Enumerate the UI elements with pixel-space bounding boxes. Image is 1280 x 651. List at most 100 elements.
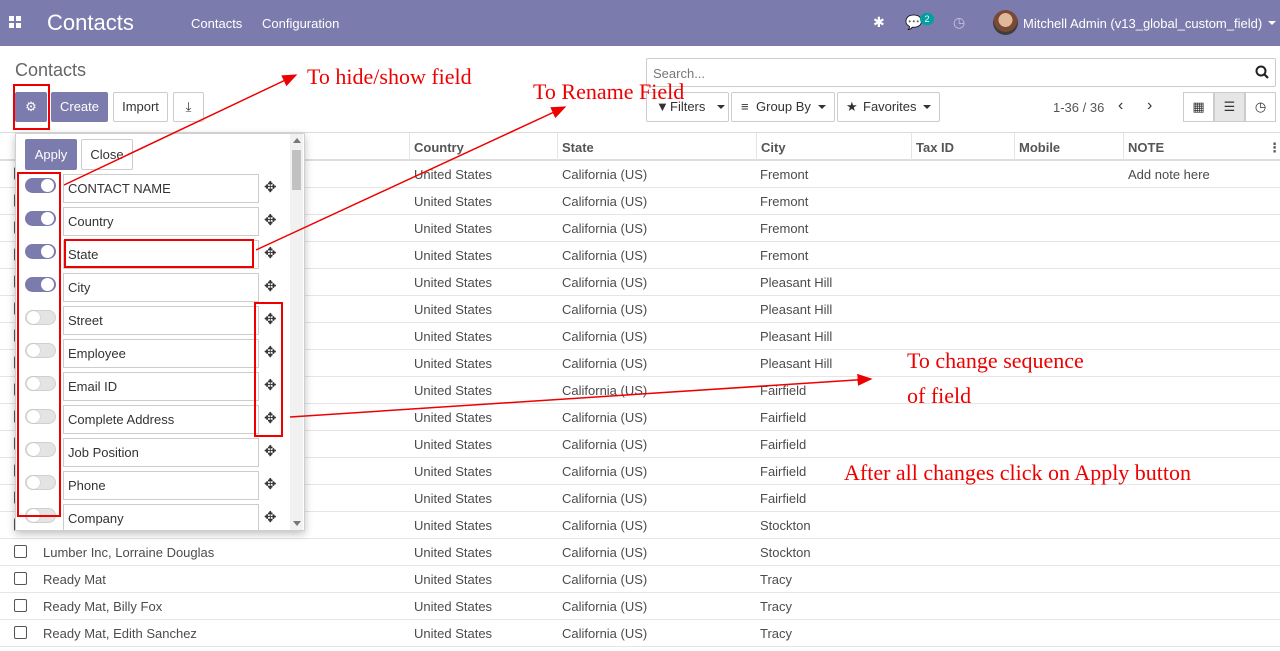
kanban-view-icon[interactable]: ▦ xyxy=(1183,92,1214,122)
scroll-down-icon[interactable] xyxy=(293,521,301,526)
messages-count-badge: 2 xyxy=(920,13,934,25)
activity-view-icon[interactable]: ◷ xyxy=(1245,92,1276,122)
column-note[interactable]: NOTE xyxy=(1128,140,1164,155)
user-avatar[interactable] xyxy=(993,10,1018,35)
cell-note: Add note here xyxy=(1128,167,1210,182)
search-bar[interactable]: Search... xyxy=(646,58,1276,87)
close-button[interactable]: Close xyxy=(81,139,133,170)
field-label-input[interactable]: CONTACT NAME xyxy=(63,174,259,203)
table-row[interactable]: Lumber Inc, Lorraine Douglas United State… xyxy=(0,539,1280,566)
favorites-dropdown[interactable]: ★ Favorites xyxy=(837,92,940,122)
cell-city: Stockton xyxy=(760,545,811,560)
field-label-input[interactable]: Street xyxy=(63,306,259,335)
drag-handle-icon[interactable]: ✥ xyxy=(264,277,277,295)
cell-state: California (US) xyxy=(562,599,648,614)
scroll-thumb[interactable] xyxy=(292,150,301,190)
field-visibility-toggle[interactable] xyxy=(25,178,56,193)
cell-city: Fremont xyxy=(760,248,809,263)
pager-next-icon[interactable]: › xyxy=(1147,97,1152,115)
drag-handle-icon[interactable]: ✥ xyxy=(264,409,277,427)
drag-handle-icon[interactable]: ✥ xyxy=(264,310,277,328)
field-visibility-toggle[interactable] xyxy=(25,409,56,424)
field-visibility-toggle[interactable] xyxy=(25,475,56,490)
apps-menu-icon[interactable] xyxy=(9,16,21,28)
row-checkbox[interactable] xyxy=(14,545,27,558)
search-icon[interactable] xyxy=(1255,65,1269,79)
column-country[interactable]: Country xyxy=(414,140,464,155)
drag-handle-icon[interactable]: ✥ xyxy=(264,475,277,493)
drag-handle-icon[interactable]: ✥ xyxy=(264,244,277,262)
annotation-apply-note: After all changes click on Apply button xyxy=(844,460,1192,485)
field-label-input[interactable]: Phone xyxy=(63,471,259,500)
drag-handle-icon[interactable]: ✥ xyxy=(264,343,277,361)
toggle-knob xyxy=(27,344,40,357)
column-tax-id[interactable]: Tax ID xyxy=(916,140,954,155)
column-city[interactable]: City xyxy=(761,140,786,155)
column-options-icon[interactable]: ⋮ xyxy=(1268,140,1280,156)
field-visibility-toggle[interactable] xyxy=(25,508,56,523)
cell-country: United States xyxy=(414,383,493,398)
cell-country: United States xyxy=(414,221,493,236)
column-state[interactable]: State xyxy=(562,140,594,155)
cell-country: United States xyxy=(414,248,493,263)
field-label-input[interactable]: Job Position xyxy=(63,438,259,467)
cell-city: Fremont xyxy=(760,167,809,182)
field-settings-gear-button[interactable]: ⚙ xyxy=(15,92,47,122)
star-icon: ★ xyxy=(846,99,858,114)
field-visibility-toggle[interactable] xyxy=(25,310,56,325)
field-visibility-toggle[interactable] xyxy=(25,211,56,226)
cell-country: United States xyxy=(414,518,493,533)
debug-bug-icon[interactable]: ✱ xyxy=(873,14,885,31)
field-label-input[interactable]: Email ID xyxy=(63,372,259,401)
drag-handle-icon[interactable]: ✥ xyxy=(264,178,277,196)
menu-configuration[interactable]: Configuration xyxy=(262,16,339,31)
drag-handle-icon[interactable]: ✥ xyxy=(264,442,277,460)
cell-contact-name: Ready Mat, Billy Fox xyxy=(43,599,163,614)
field-label-input[interactable]: Complete Address xyxy=(63,405,259,434)
row-checkbox[interactable] xyxy=(14,572,27,585)
drag-handle-icon[interactable]: ✥ xyxy=(264,376,277,394)
pager-previous-icon[interactable]: ‹ xyxy=(1118,97,1123,115)
table-row[interactable]: Ready Mat, Edith Sanchez United States Cal… xyxy=(0,620,1280,647)
table-row[interactable]: Ready Mat, Billy Fox United States Califor… xyxy=(0,593,1280,620)
menu-contacts[interactable]: Contacts xyxy=(191,16,242,31)
user-menu[interactable]: Mitchell Admin (v13_global_custom_field) xyxy=(1023,16,1262,31)
field-visibility-toggle[interactable] xyxy=(25,376,56,391)
cell-state: California (US) xyxy=(562,329,648,344)
cell-country: United States xyxy=(414,356,493,371)
cell-state: California (US) xyxy=(562,572,648,587)
field-label-input[interactable]: Company xyxy=(63,504,259,530)
toggle-knob xyxy=(27,311,40,324)
column-mobile[interactable]: Mobile xyxy=(1019,140,1060,155)
cell-country: United States xyxy=(414,491,493,506)
cell-city: Fairfield xyxy=(760,410,807,425)
pager-value[interactable]: 1-36 / 36 xyxy=(1053,100,1104,115)
field-label-input[interactable]: State xyxy=(63,240,259,269)
apply-button[interactable]: Apply xyxy=(25,139,77,170)
export-download-button[interactable]: ⤓ xyxy=(173,92,204,122)
field-visibility-toggle[interactable] xyxy=(25,343,56,358)
create-button[interactable]: Create xyxy=(51,92,108,122)
cell-city: Fairfield xyxy=(760,464,807,479)
cell-state: California (US) xyxy=(562,221,648,236)
cell-country: United States xyxy=(414,167,493,182)
scroll-up-icon[interactable] xyxy=(293,138,301,143)
drag-handle-icon[interactable]: ✥ xyxy=(264,211,277,229)
group-by-dropdown[interactable]: ≡ Group By xyxy=(731,92,835,122)
field-label-input[interactable]: City xyxy=(63,273,259,302)
popup-scrollbar[interactable] xyxy=(290,134,303,530)
cell-country: United States xyxy=(414,464,493,479)
row-checkbox[interactable] xyxy=(14,626,27,639)
field-label-input[interactable]: Country xyxy=(63,207,259,236)
field-visibility-toggle[interactable] xyxy=(25,442,56,457)
activity-clock-icon[interactable]: ◷ xyxy=(953,14,965,31)
list-view-icon[interactable]: ☰ xyxy=(1214,92,1245,122)
breadcrumb: Contacts xyxy=(15,60,87,80)
table-row[interactable]: Ready Mat United States California (US) Tra… xyxy=(0,566,1280,593)
import-button[interactable]: Import xyxy=(113,92,168,122)
row-checkbox[interactable] xyxy=(14,599,27,612)
field-label-input[interactable]: Employee xyxy=(63,339,259,368)
field-visibility-toggle[interactable] xyxy=(25,277,56,292)
drag-handle-icon[interactable]: ✥ xyxy=(264,508,277,526)
field-visibility-toggle[interactable] xyxy=(25,244,56,259)
